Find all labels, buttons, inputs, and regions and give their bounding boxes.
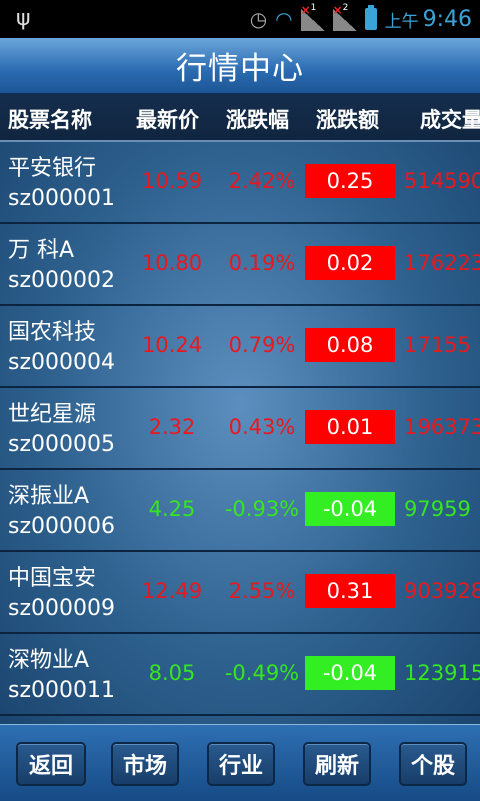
bottom-toolbar: 返回 市场 行业 刷新 个股	[0, 724, 480, 801]
stock-code: sz000005	[8, 432, 115, 457]
column-header-name[interactable]: 股票名称	[8, 104, 92, 134]
stock-code: sz000001	[8, 186, 115, 211]
stock-name: 深物业A	[8, 648, 90, 673]
stock-change-pct: 2.42%	[228, 169, 296, 193]
stock-table: 平安银行 sz000001 10.59 2.42% 0.25 514590 万 科A sz00…	[0, 142, 480, 724]
stock-change-pct: 0.79%	[228, 333, 296, 357]
signal-sim2-icon: × 2	[332, 3, 357, 31]
stock-name: 国农科技	[8, 320, 97, 345]
refresh-button[interactable]: 刷新	[303, 742, 371, 786]
alarm-icon: ◷	[249, 7, 268, 31]
table-row[interactable]: 中国宝安 sz000009 12.49 2.55% 0.31 903928	[0, 552, 480, 634]
stock-name: 中国宝安	[8, 566, 97, 591]
stock-change-pct: 2.55%	[228, 579, 296, 603]
stock-volume: 17155	[404, 333, 471, 357]
stock-code: sz000009	[8, 596, 115, 621]
signal-sim1-icon: × 1	[300, 3, 325, 31]
stock-volume: 196373	[404, 415, 480, 439]
table-row[interactable]: 深振业A sz000006 4.25 -0.93% -0.04 97959	[0, 470, 480, 552]
stock-price: 12.49	[141, 579, 203, 603]
stock-change-pct: 0.43%	[228, 415, 296, 439]
usb-icon: ψ	[16, 6, 31, 31]
stock-price: 10.80	[141, 251, 203, 275]
stock-price: 10.59	[141, 169, 203, 193]
stock-volume: 97959	[404, 497, 471, 521]
stock-name: 深振业A	[8, 484, 90, 509]
stock-price: 4.25	[148, 497, 196, 521]
stock-price: 8.05	[148, 661, 196, 685]
stock-volume: 514590	[404, 169, 480, 193]
title-bar: 行情中心	[0, 38, 480, 94]
stock-code: sz000004	[8, 350, 115, 375]
stock-button[interactable]: 个股	[399, 742, 467, 786]
stock-change-pct: -0.93%	[224, 497, 300, 521]
stock-name: 万 科A	[8, 238, 75, 263]
stock-change-amount: 0.08	[305, 328, 395, 362]
table-row[interactable]: 国农科技 sz000004 10.24 0.79% 0.08 17155	[0, 306, 480, 388]
back-button[interactable]: 返回	[16, 742, 86, 786]
table-row[interactable]: 世纪星源 sz000005 2.32 0.43% 0.01 196373	[0, 388, 480, 470]
stock-volume: 123915	[404, 661, 480, 685]
status-bar: ψ ◷ ◠ × 1 × 2 上午 9:46	[0, 0, 480, 38]
wifi-icon: ◠	[275, 7, 293, 31]
stock-code: sz000002	[8, 268, 115, 293]
stock-price: 2.32	[148, 415, 196, 439]
stock-name: 平安银行	[8, 156, 97, 181]
stock-code: sz000006	[8, 514, 115, 539]
column-header-price[interactable]: 最新价	[136, 104, 199, 134]
clock-ampm: 上午	[384, 11, 419, 32]
stock-change-amount: 0.25	[305, 164, 395, 198]
stock-volume: 903928	[404, 579, 480, 603]
table-row[interactable]: 深物业A sz000011 8.05 -0.49% -0.04 123915	[0, 634, 480, 716]
column-header-change-amount[interactable]: 涨跌额	[316, 104, 379, 134]
industry-button[interactable]: 行业	[207, 742, 275, 786]
stock-code: sz000011	[8, 678, 115, 703]
stock-volume: 176223	[404, 251, 480, 275]
clock-time: 9:46	[422, 6, 472, 32]
column-header-change-pct[interactable]: 涨跌幅	[226, 104, 289, 134]
page-title: 行情中心	[176, 51, 304, 87]
table-header: 股票名称 最新价 涨跌幅 涨跌额 成交量	[0, 94, 480, 142]
market-button[interactable]: 市场	[111, 742, 179, 786]
stock-change-pct: -0.49%	[224, 661, 300, 685]
table-row[interactable]: 万 科A sz000002 10.80 0.19% 0.02 176223	[0, 224, 480, 306]
stock-change-amount: 0.31	[305, 574, 395, 608]
table-row[interactable]: 平安银行 sz000001 10.59 2.42% 0.25 514590	[0, 142, 480, 224]
stock-price: 10.24	[141, 333, 203, 357]
stock-change-amount: 0.02	[305, 246, 395, 280]
status-icons: ◷ ◠ × 1 × 2 上午 9:46	[250, 0, 472, 38]
column-header-volume[interactable]: 成交量	[420, 104, 480, 134]
stock-change-amount: -0.04	[305, 656, 395, 690]
stock-change-amount: 0.01	[305, 410, 395, 444]
stock-change-amount: -0.04	[305, 492, 395, 526]
stock-change-pct: 0.19%	[228, 251, 296, 275]
battery-charging-icon	[364, 5, 377, 30]
stock-name: 世纪星源	[8, 402, 97, 427]
